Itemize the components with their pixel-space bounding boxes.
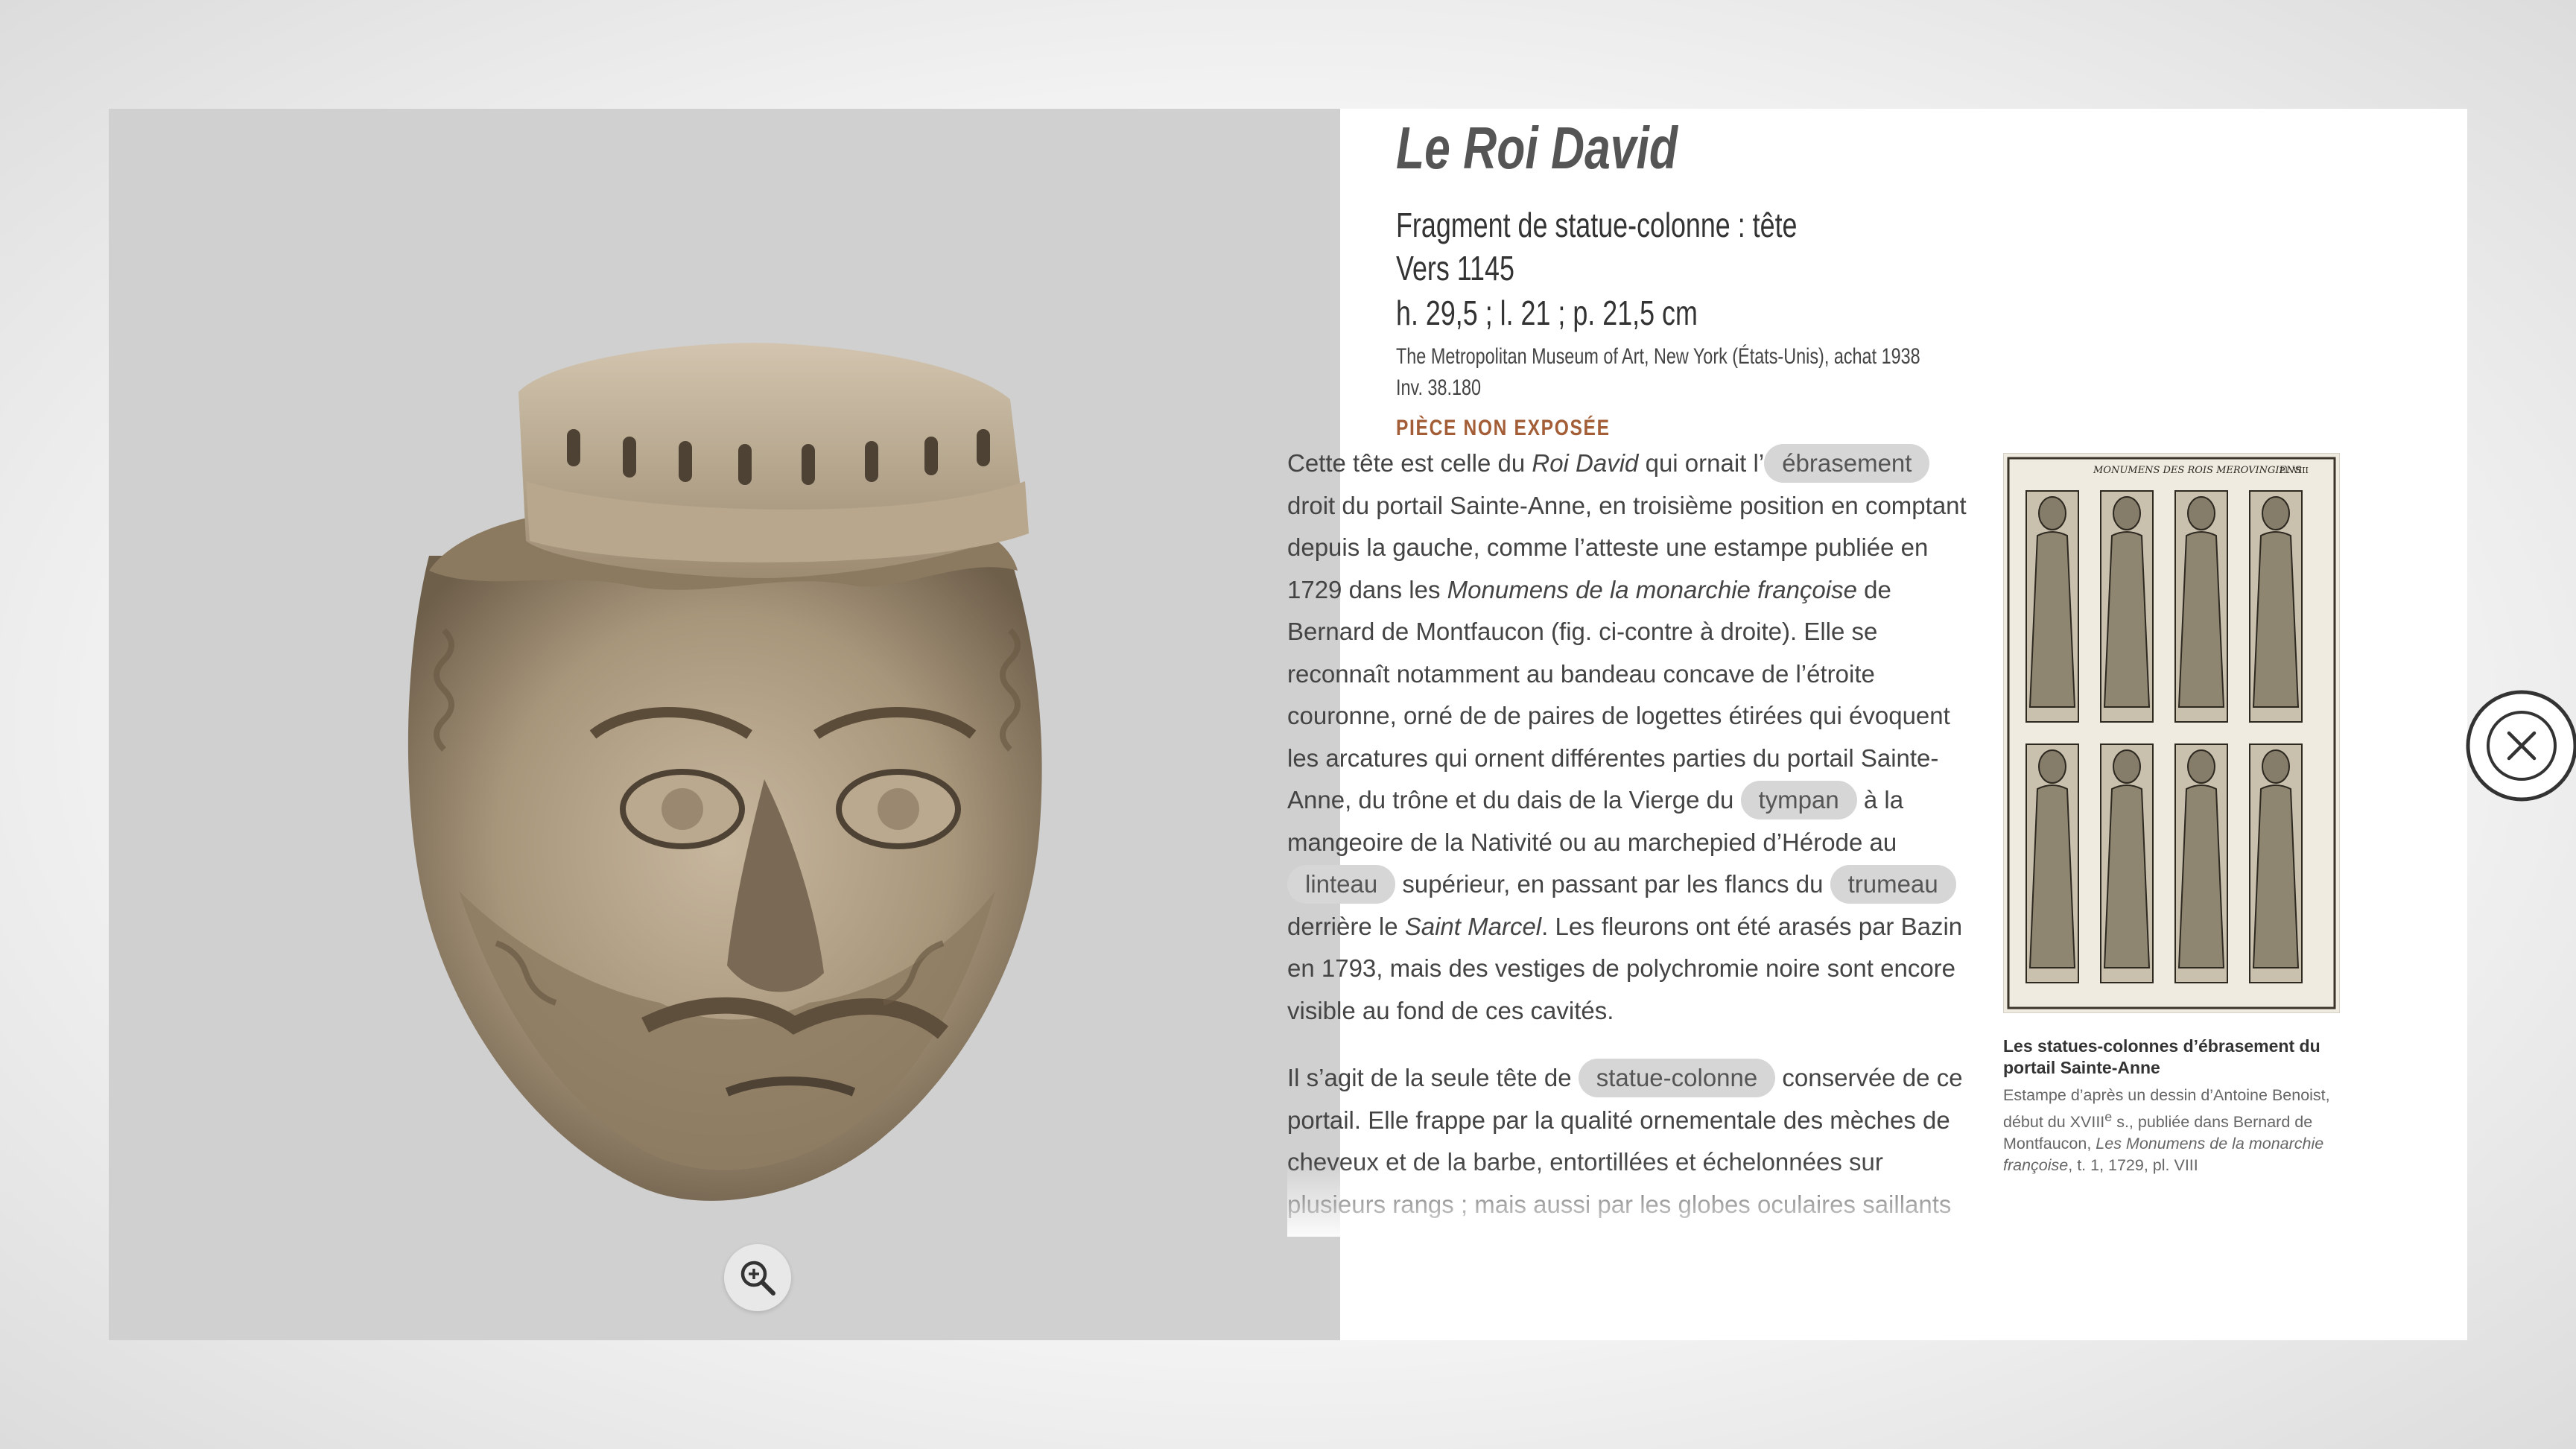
emphasis-text: Saint Marcel <box>1404 912 1542 940</box>
close-icon <box>2466 690 2576 802</box>
engraving-header-left: MONUMENS DES ROIS MEROVINGIENS <box>2093 465 2301 476</box>
engraving-image: MONUMENS DES ROIS MEROVINGIENS Pl. VIII <box>2007 457 2336 1009</box>
emphasis-text: Monumens de la monarchie françoise <box>1447 575 1857 603</box>
engraving-figure[interactable]: MONUMENS DES ROIS MEROVINGIENS Pl. VIII <box>2003 453 2340 1013</box>
artwork-inventory: Inv. 38.180 <box>1396 375 1482 400</box>
description-paragraph: Il s’agit de la seule tête de statue-col… <box>1287 1057 1980 1226</box>
artwork-description: Cette tête est celle du Roi David qui or… <box>1287 443 1980 1334</box>
text-run: supérieur, en passant par les flancs du <box>1395 870 1830 898</box>
artwork-title: Le Roi David <box>1396 115 1678 181</box>
text-run: de Bernard de Montfaucon (fig. ci-contre… <box>1287 575 1950 814</box>
status-badge: PIÈCE NON EXPOSÉE <box>1396 416 1611 440</box>
figure-caption-body: Estampe d’après un dessin d’Antoine Beno… <box>2003 1085 2346 1176</box>
emphasis-text: Roi David <box>1532 449 1639 477</box>
text-run: Cette tête est celle du <box>1287 449 1532 477</box>
description-paragraph: Cette tête est celle du Roi David qui or… <box>1287 443 1980 1032</box>
text-run: Il s’agit de la seule tête de <box>1287 1064 1579 1091</box>
glossary-term-statue-colonne[interactable]: statue-colonne <box>1578 1059 1776 1097</box>
figure-caption-title: Les statues-colonnes d’ébrasement du por… <box>2003 1036 2320 1077</box>
artwork-dimensions: h. 29,5 ; l. 21 ; p. 21,5 cm <box>1396 294 1698 332</box>
glossary-term-linteau[interactable]: linteau <box>1287 865 1396 904</box>
artwork-image-pane <box>109 109 1340 1340</box>
glossary-term-ebrasement[interactable]: ébrasement <box>1764 444 1930 483</box>
zoom-in-button[interactable] <box>724 1244 791 1311</box>
artwork-date: Vers 1145 <box>1396 249 1514 288</box>
text-run: derrière le <box>1287 912 1405 940</box>
caption-text: , t. 1, 1729, pl. VIII <box>2068 1156 2198 1175</box>
glossary-term-tympan[interactable]: tympan <box>1740 781 1857 819</box>
artwork-type: Fragment de statue-colonne : tête <box>1396 206 1798 244</box>
glossary-term-trumeau[interactable]: trumeau <box>1830 865 1956 904</box>
sculpture-head-image <box>407 343 1042 1201</box>
caption-superscript: e <box>2104 1109 2113 1124</box>
zoom-in-icon <box>740 1261 775 1296</box>
artwork-location: The Metropolitan Museum of Art, New York… <box>1396 344 1920 369</box>
engraving-header-right: Pl. VIII <box>2280 466 2309 475</box>
text-run: qui ornait l’ <box>1638 449 1765 477</box>
close-button[interactable] <box>2466 690 2576 802</box>
